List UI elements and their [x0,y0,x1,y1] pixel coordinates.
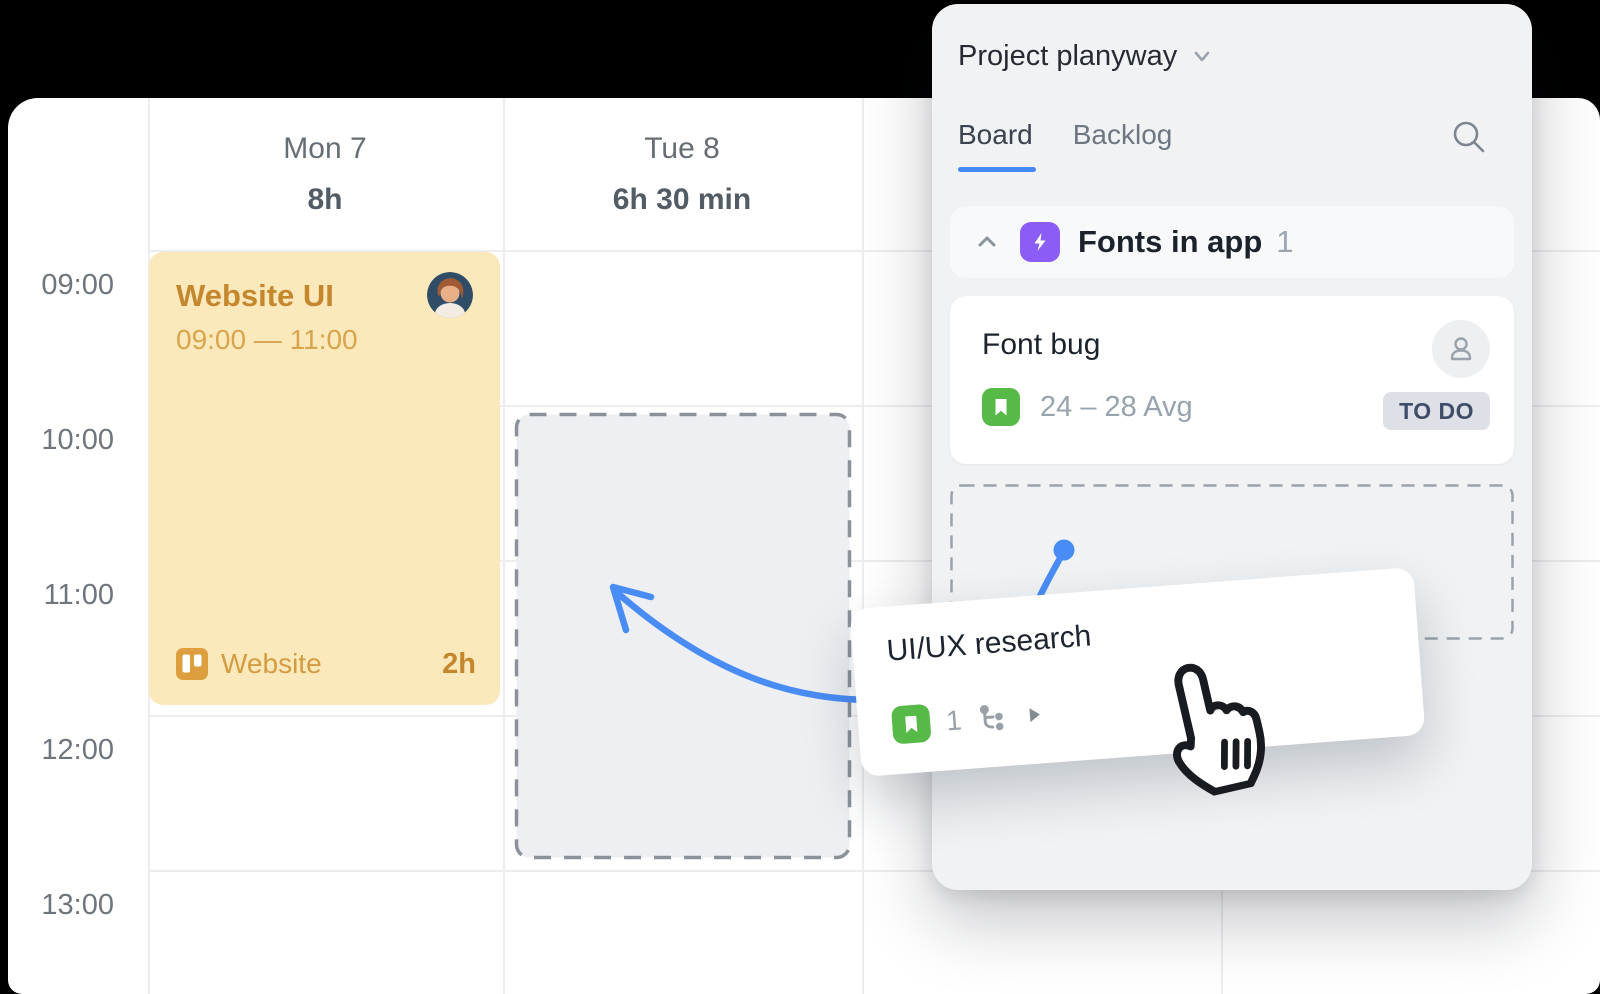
calendar-drop-zone[interactable] [514,412,852,860]
project-title: Project planyway [958,36,1177,76]
grid-vline [503,98,505,994]
drag-card-meta: 1 [891,695,1045,744]
list-section-header[interactable]: Fonts in app 1 [950,206,1514,278]
board-icon [176,648,208,680]
event-time-range: 09:00 — 11:00 [176,324,358,356]
subtasks-icon [976,701,1010,735]
status-badge: TO DO [1383,392,1490,430]
search-icon[interactable] [1450,118,1488,156]
section-count: 1 [1276,224,1293,260]
day-name: Mon 7 [175,132,475,166]
event-board-label: Website [221,648,442,680]
calendar-event-website-ui[interactable]: Website UI 09:00 — 11:00 Website 2h [149,252,500,705]
time-label: 13:00 [8,889,114,921]
drag-card-title: UI/UX research [886,619,1093,668]
time-label: 12:00 [8,734,114,766]
chevron-up-icon[interactable] [974,229,1000,255]
day-total-hours: 8h [175,183,475,217]
time-label: 09:00 [8,269,114,301]
task-title: Font bug [982,328,1100,362]
day-header-monday: Mon 7 8h [175,132,475,217]
day-name: Tue 8 [532,132,832,166]
task-meta: 24 – 28 Avg [982,388,1193,426]
grid-vline [862,98,864,994]
panel-tabs: Board Backlog [958,104,1172,172]
event-footer: Website 2h [176,647,476,681]
project-selector[interactable]: Project planyway [958,36,1213,76]
subtasks-count: 1 [945,704,963,737]
task-card-font-bug[interactable]: Font bug 24 – 28 Avg TO DO [950,296,1514,464]
event-duration: 2h [442,648,476,681]
tab-backlog[interactable]: Backlog [1073,104,1173,172]
task-dates: 24 – 28 Avg [1040,391,1193,424]
expand-triangle-icon[interactable] [1025,703,1045,726]
day-header-tuesday: Tue 8 6h 30 min [532,132,832,217]
bookmark-icon [891,704,932,745]
time-label: 10:00 [8,424,114,456]
chevron-down-icon [1191,45,1213,67]
assignee-button[interactable] [1432,320,1490,378]
event-title: Website UI [176,278,334,314]
time-label: 11:00 [8,579,114,611]
tab-board[interactable]: Board [958,104,1033,172]
day-total-hours: 6h 30 min [532,183,832,217]
bolt-icon [1020,222,1060,262]
user-icon [1445,333,1477,365]
bookmark-icon [982,388,1020,426]
avatar [427,272,473,318]
section-title: Fonts in app [1078,224,1262,260]
